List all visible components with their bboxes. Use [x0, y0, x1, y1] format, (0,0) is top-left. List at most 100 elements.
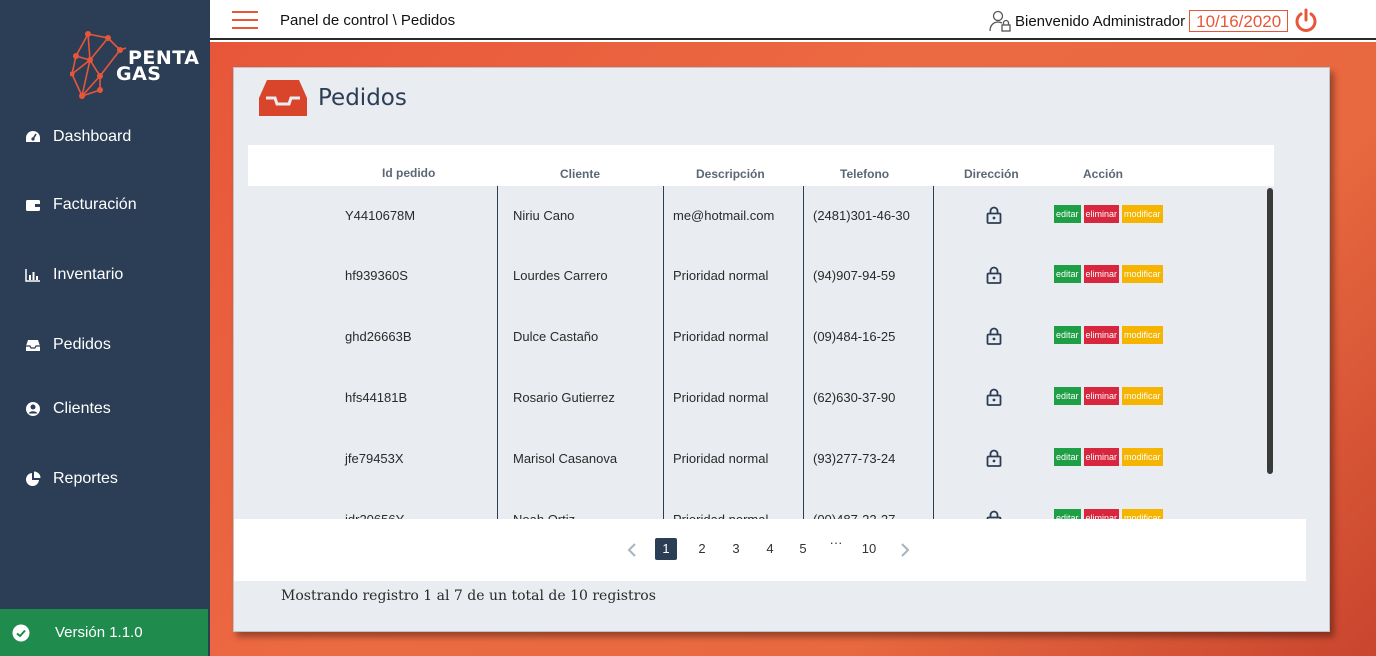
table-row: hf939360S Lourdes Carrero Prioridad normal… [248, 246, 1274, 307]
menu-toggle-button[interactable] [232, 11, 258, 31]
inbox-icon [259, 80, 307, 116]
inbox-icon [25, 337, 41, 353]
order-description: Prioridad normal [673, 268, 769, 283]
lock-icon[interactable] [986, 449, 1002, 467]
client-name: Niriu Cano [513, 208, 575, 223]
row-actions: editar eliminar modificar [1054, 265, 1163, 283]
order-description: Prioridad normal [673, 451, 769, 466]
sidebar: PENTA GAS Dashboard Facturación Inventar… [0, 0, 210, 656]
sidebar-item-clientes[interactable]: Clientes [0, 394, 210, 424]
page-link[interactable]: 5 [795, 538, 811, 560]
delete-button[interactable]: eliminar [1083, 265, 1120, 283]
page-link[interactable]: 10 [860, 538, 878, 560]
column-header-cliente: Cliente [560, 167, 601, 181]
phone-number: (93)277-73-24 [813, 451, 896, 466]
table-row: Y4410678M Niriu Cano me@hotmail.com (2481)3… [248, 186, 1274, 247]
power-icon[interactable] [1293, 8, 1319, 34]
edit-button[interactable]: editar [1054, 448, 1081, 466]
delete-button[interactable]: eliminar [1083, 205, 1120, 223]
column-header-id: Id pedido [382, 166, 436, 180]
logo: PENTA GAS [70, 30, 199, 100]
modify-button[interactable]: modificar [1122, 448, 1163, 466]
order-description: Prioridad normal [673, 390, 769, 405]
sidebar-item-facturacion[interactable]: Facturación [0, 190, 210, 220]
phone-number: (94)907-94-59 [813, 268, 896, 283]
table-scrollbar[interactable] [1267, 188, 1273, 474]
row-actions: editar eliminar modificar [1054, 387, 1163, 405]
lock-icon[interactable] [986, 266, 1002, 284]
sidebar-item-pedidos[interactable]: Pedidos [0, 330, 210, 360]
column-header-descripcion: Descripción [696, 167, 765, 181]
page-link[interactable]: 3 [728, 538, 744, 560]
table-row: ghd26663B Dulce Castaño Prioridad normal (0… [248, 307, 1274, 368]
page-link[interactable]: ··· [828, 532, 844, 554]
wallet-icon [25, 197, 41, 213]
pie-chart-icon [25, 471, 41, 487]
sidebar-item-label: Reportes [53, 470, 118, 487]
page-link[interactable]: 2 [694, 538, 710, 560]
delete-button[interactable]: eliminar [1083, 387, 1120, 405]
table-header: Id pedido Cliente Descripción Telefono D… [248, 145, 1274, 186]
order-id: jfe79453X [345, 451, 404, 466]
modify-button[interactable]: modificar [1122, 265, 1163, 283]
sidebar-item-label: Inventario [53, 266, 124, 283]
table-row: hfs44181B Rosario Gutierrez Prioridad norm… [248, 368, 1274, 429]
delete-button[interactable]: eliminar [1083, 448, 1120, 466]
edit-button[interactable]: editar [1054, 387, 1081, 405]
modify-button[interactable]: modificar [1122, 387, 1163, 405]
current-date: 10/16/2020 [1189, 10, 1289, 32]
page-link[interactable]: 1 [655, 538, 677, 560]
sidebar-item-label: Pedidos [53, 336, 111, 353]
column-header-direccion: Dirección [964, 167, 1019, 181]
pagination: 1 2 3 4 5 ··· 10 [234, 519, 1306, 581]
order-id: ghd26663B [345, 329, 412, 344]
phone-number: (2481)301-46-30 [813, 208, 910, 223]
version-badge: Versión 1.1.0 [0, 609, 208, 656]
sidebar-item-reportes[interactable]: Reportes [0, 464, 210, 494]
welcome-text: Bienvenido Administrador [1015, 12, 1186, 30]
column-header-accion: Acción [1083, 167, 1124, 181]
prev-page-icon[interactable] [627, 543, 637, 557]
lock-icon[interactable] [986, 327, 1002, 345]
modify-button[interactable]: modificar [1122, 205, 1163, 223]
brand-name: PENTA GAS [116, 49, 200, 84]
topbar: Panel de control \ Pedidos Bienvenido Ad… [210, 0, 1376, 40]
delete-button[interactable]: eliminar [1083, 326, 1120, 344]
order-description: Prioridad normal [673, 329, 769, 344]
check-circle-icon [12, 624, 30, 642]
lock-icon[interactable] [986, 388, 1002, 406]
edit-button[interactable]: editar [1054, 265, 1081, 283]
row-actions: editar eliminar modificar [1054, 326, 1163, 344]
modify-button[interactable]: modificar [1122, 326, 1163, 344]
user-area: Bienvenido Administrador 10/16/2020 [988, 8, 1319, 34]
lock-icon[interactable] [986, 206, 1002, 224]
sidebar-item-label: Facturación [53, 196, 137, 213]
user-circle-icon [25, 401, 41, 417]
page-link[interactable]: 4 [762, 538, 778, 560]
edit-button[interactable]: editar [1054, 205, 1081, 223]
page-title: Pedidos [318, 85, 407, 111]
phone-number: (62)630-37-90 [813, 390, 896, 405]
version-label: Versión 1.1.0 [55, 624, 143, 641]
phone-number: (09)484-16-25 [813, 329, 896, 344]
client-name: Dulce Castaño [513, 329, 599, 344]
hamburger-icon [232, 11, 258, 13]
dashboard-icon [25, 129, 41, 145]
order-id: hfs44181B [345, 390, 408, 405]
table-row: jfe79453X Marisol Casanova Prioridad norma… [248, 429, 1274, 490]
client-name: Rosario Gutierrez [513, 390, 615, 405]
orders-card: Pedidos Id pedido Cliente Descripción Te… [233, 67, 1330, 632]
sidebar-item-label: Clientes [53, 400, 111, 417]
records-summary: Mostrando registro 1 al 7 de un total de… [281, 588, 656, 604]
edit-button[interactable]: editar [1054, 326, 1081, 344]
sidebar-item-label: Dashboard [53, 128, 132, 145]
breadcrumb: Panel de control \ Pedidos [280, 12, 456, 29]
order-id: Y4410678M [345, 208, 416, 223]
next-page-icon[interactable] [900, 543, 910, 557]
sidebar-item-inventario[interactable]: Inventario [0, 260, 210, 290]
client-name: Lourdes Carrero [513, 268, 608, 283]
bar-chart-icon [25, 267, 41, 283]
client-name: Marisol Casanova [513, 451, 618, 466]
sidebar-item-dashboard[interactable]: Dashboard [0, 122, 210, 152]
row-actions: editar eliminar modificar [1054, 205, 1163, 223]
